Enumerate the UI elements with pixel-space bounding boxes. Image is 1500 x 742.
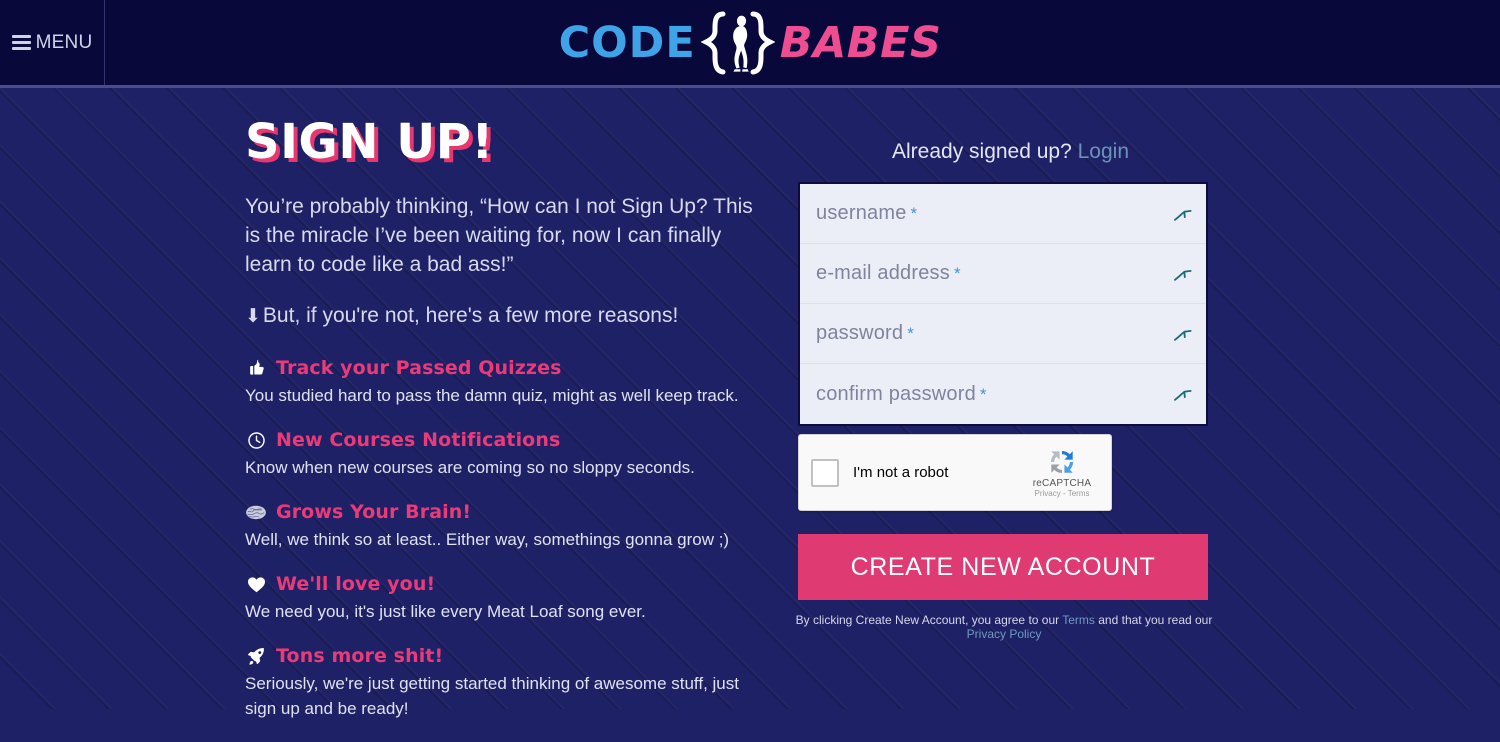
- feature-title: Track your Passed Quizzes: [276, 357, 562, 379]
- confirm-password-field-label: confirm password: [816, 382, 976, 405]
- lead-paragraph: You’re probably thinking, “How can I not…: [245, 195, 753, 276]
- heart-icon: [245, 574, 267, 595]
- recaptcha-legal-text: Privacy - Terms: [1034, 489, 1090, 498]
- username-field[interactable]: username *: [800, 184, 1206, 244]
- bird-check-icon: [1172, 325, 1194, 343]
- recaptcha-widget[interactable]: I'm not a robot reCAPTCHA Privacy - Term…: [798, 434, 1112, 511]
- already-signed-up: Already signed up? Login: [798, 88, 1223, 164]
- bird-check-icon: [1172, 385, 1194, 403]
- thumbs-up-icon: [245, 358, 267, 379]
- already-signed-up-text: Already signed up?: [891, 140, 1072, 163]
- bird-check-icon: [1172, 205, 1194, 223]
- feature-heading: Grows Your Brain!: [245, 501, 770, 523]
- signup-form-column: Already signed up? Login username * e-mai…: [780, 88, 1250, 641]
- clock-icon: [245, 430, 267, 451]
- recaptcha-brand-text: reCAPTCHA: [1032, 478, 1092, 489]
- feature-title: Grows Your Brain!: [276, 501, 472, 523]
- confirm-password-field[interactable]: confirm password *: [800, 364, 1206, 424]
- feature-item: Tons more shit! Seriously, we're just ge…: [245, 645, 770, 721]
- feature-item: New Courses Notifications Know when new …: [245, 429, 770, 480]
- legal-text-part-2: and that you read our: [1094, 613, 1213, 627]
- signup-copy-column: SIGN UP! You’re probably thinking, “How …: [245, 118, 770, 742]
- rocket-icon: [245, 646, 267, 667]
- recaptcha-label: I'm not a robot: [853, 464, 949, 481]
- curly-brace-woman-icon: [700, 11, 775, 75]
- feature-title: New Courses Notifications: [276, 429, 561, 451]
- feature-heading: New Courses Notifications: [245, 429, 770, 451]
- required-asterisk: *: [979, 384, 987, 404]
- login-link[interactable]: Login: [1078, 140, 1129, 163]
- bird-check-icon: [1172, 265, 1194, 283]
- recaptcha-branding: reCAPTCHA Privacy - Terms: [1023, 447, 1101, 498]
- password-field[interactable]: password *: [800, 304, 1206, 364]
- page-content: SIGN UP! You’re probably thinking, “How …: [0, 88, 1500, 718]
- site-logo[interactable]: CODE BABES: [0, 11, 1500, 75]
- create-new-account-button[interactable]: CREATE NEW ACCOUNT: [798, 534, 1208, 600]
- required-asterisk: *: [910, 204, 918, 223]
- feature-description: Seriously, we're just getting started th…: [245, 674, 739, 718]
- required-asterisk: *: [907, 324, 914, 343]
- feature-title: Tons more shit!: [276, 645, 444, 667]
- logo-code-text: CODE: [558, 18, 696, 68]
- feature-heading: Tons more shit!: [245, 645, 770, 667]
- email-field-label: e-mail address: [816, 262, 950, 284]
- feature-description: Well, we think so at least.. Either way,…: [245, 530, 730, 549]
- feature-description: We need you, it's just like every Meat L…: [245, 602, 646, 621]
- password-field-label: password: [816, 322, 904, 344]
- sub-paragraph-text: But, if you're not, here's a few more re…: [262, 304, 679, 327]
- feature-item: Track your Passed Quizzes You studied ha…: [245, 357, 770, 408]
- page-title: SIGN UP!: [245, 114, 494, 170]
- feature-heading: Track your Passed Quizzes: [245, 357, 770, 379]
- arrow-down-icon: ⬇: [245, 306, 261, 327]
- logo-babes-text: BABES: [779, 18, 942, 68]
- feature-heading: We'll love you!: [245, 573, 770, 595]
- signup-legal-text: By clicking Create New Account, you agre…: [780, 613, 1228, 641]
- required-asterisk: *: [953, 264, 961, 283]
- page-root: MENU CODE BABES SIGN UP! You’re probably…: [0, 0, 1500, 718]
- brain-icon: [245, 502, 267, 523]
- site-header: MENU CODE BABES: [0, 0, 1500, 88]
- username-field-label: username: [816, 202, 907, 224]
- feature-title: We'll love you!: [276, 573, 436, 595]
- feature-item: We'll love you! We need you, it's just l…: [245, 573, 770, 624]
- feature-item: Grows Your Brain! Well, we think so at l…: [245, 501, 770, 552]
- recaptcha-icon: [1023, 447, 1101, 477]
- feature-description: Know when new courses are coming so no s…: [245, 458, 695, 477]
- sub-paragraph: ⬇But, if you're not, here's a few more r…: [245, 301, 770, 331]
- terms-link[interactable]: Terms: [1062, 613, 1095, 627]
- recaptcha-checkbox[interactable]: [811, 458, 839, 487]
- privacy-policy-link[interactable]: Privacy Policy: [967, 627, 1042, 641]
- email-field[interactable]: e-mail address *: [800, 244, 1206, 304]
- signup-form-card: username * e-mail address * password * c…: [798, 182, 1208, 426]
- legal-text-part-1: By clicking Create New Account, you agre…: [795, 613, 1063, 627]
- feature-description: You studied hard to pass the damn quiz, …: [245, 386, 739, 405]
